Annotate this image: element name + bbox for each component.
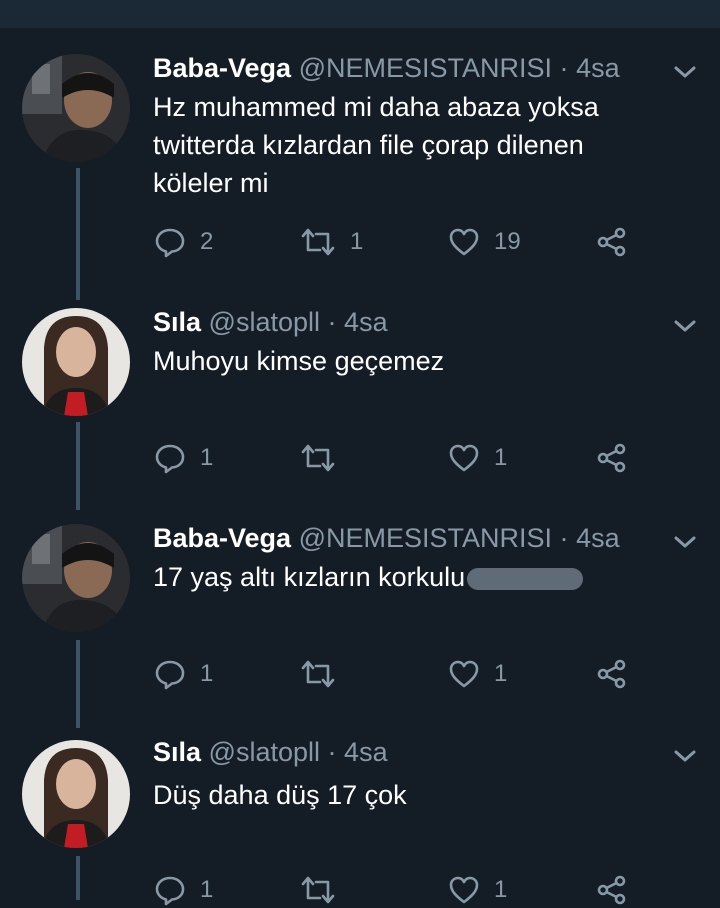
share-button[interactable] [596, 656, 628, 692]
like-button[interactable]: 19 [448, 224, 521, 260]
redacted-text-blur [467, 567, 584, 590]
avatar[interactable] [22, 54, 130, 162]
share-button[interactable] [596, 440, 628, 476]
chevron-down-icon[interactable] [672, 746, 698, 766]
avatar[interactable] [22, 740, 130, 848]
timestamp[interactable]: 4sa [576, 523, 620, 553]
timestamp[interactable]: 4sa [344, 307, 388, 337]
retweet-icon [301, 228, 335, 256]
display-name[interactable]: Baba-Vega [153, 523, 291, 553]
reply-icon [155, 876, 185, 906]
like-button[interactable]: 1 [448, 440, 507, 476]
tweet-text: Hz muhammed mi daha abaza yoksa twitterd… [153, 88, 673, 202]
reply-icon [155, 444, 185, 474]
chevron-down-icon[interactable] [672, 62, 698, 82]
display-name[interactable]: Baba-Vega [153, 53, 291, 83]
reply-button[interactable]: 2 [154, 224, 213, 260]
tweet-text-line: köleler mi [153, 168, 269, 198]
reply-count: 2 [200, 228, 214, 255]
share-button[interactable] [596, 872, 628, 908]
avatar[interactable] [22, 524, 130, 632]
tweet-4[interactable]: Sıla @slatopll · 4sa Düş daha düş 17 çok… [0, 718, 720, 906]
share-icon [597, 659, 626, 689]
separator: · [559, 523, 569, 553]
retweet-icon [301, 876, 335, 904]
like-count: 1 [494, 444, 508, 471]
retweet-icon [301, 444, 335, 472]
reply-icon [155, 228, 185, 258]
user-handle[interactable]: @slatopll [209, 737, 320, 767]
user-handle[interactable]: @NEMESISTANRISI [299, 523, 552, 553]
retweet-button[interactable] [300, 440, 336, 476]
separator: · [559, 53, 569, 83]
tweet-1[interactable]: Baba-Vega @NEMESISTANRISI · 4sa Hz muham… [0, 0, 720, 290]
chevron-down-icon[interactable] [672, 532, 698, 552]
reply-button[interactable]: 1 [154, 440, 213, 476]
reply-button[interactable]: 1 [154, 656, 213, 692]
chevron-down-icon[interactable] [672, 316, 698, 336]
share-icon [597, 227, 626, 257]
like-button[interactable]: 1 [448, 872, 507, 908]
tweet-text-line: Düş daha düş 17 çok [153, 780, 407, 810]
tweet-text-line: Hz muhammed mi daha abaza yoksa [153, 92, 599, 122]
reply-count: 1 [200, 444, 214, 471]
tweet-text: Muhoyu kimse geçemez [153, 342, 673, 380]
heart-icon [449, 876, 479, 904]
user-handle[interactable]: @slatopll [209, 307, 320, 337]
tweet-2[interactable]: Sıla @slatopll · 4sa Muhoyu kimse geçeme… [0, 290, 720, 502]
reply-count: 1 [200, 660, 214, 687]
share-button[interactable] [596, 224, 628, 260]
tweet-text: Düş daha düş 17 çok [153, 776, 673, 814]
retweet-button[interactable] [300, 656, 336, 692]
share-icon [597, 875, 626, 905]
timestamp[interactable]: 4sa [576, 53, 620, 83]
share-icon [597, 443, 626, 473]
heart-icon [449, 444, 479, 472]
retweet-button[interactable]: 1 [300, 224, 363, 260]
timestamp[interactable]: 4sa [344, 737, 388, 767]
display-name[interactable]: Sıla [153, 737, 201, 767]
like-button[interactable]: 1 [448, 656, 507, 692]
separator: · [327, 737, 337, 767]
tweet-text: 17 yaş altı kızların korkulu [153, 558, 673, 596]
tweet-3[interactable]: Baba-Vega @NEMESISTANRISI · 4sa 17 yaş a… [0, 502, 720, 718]
heart-icon [449, 660, 479, 688]
tweet-text-line: Muhoyu kimse geçemez [153, 346, 445, 376]
retweet-count: 1 [350, 228, 364, 255]
like-count: 1 [494, 660, 508, 687]
tweet-text-line: twitterda kızlardan file çorap dilenen [153, 130, 584, 160]
heart-icon [449, 228, 479, 256]
reply-button[interactable]: 1 [154, 872, 213, 908]
user-handle[interactable]: @NEMESISTANRISI [299, 53, 552, 83]
retweet-button[interactable] [300, 872, 336, 908]
reply-icon [155, 660, 185, 690]
retweet-icon [301, 660, 335, 688]
display-name[interactable]: Sıla [153, 307, 201, 337]
tweet-text-line: 17 yaş altı kızların korkulu [153, 562, 466, 592]
avatar[interactable] [22, 308, 130, 416]
like-count: 19 [494, 228, 521, 255]
separator: · [327, 307, 337, 337]
